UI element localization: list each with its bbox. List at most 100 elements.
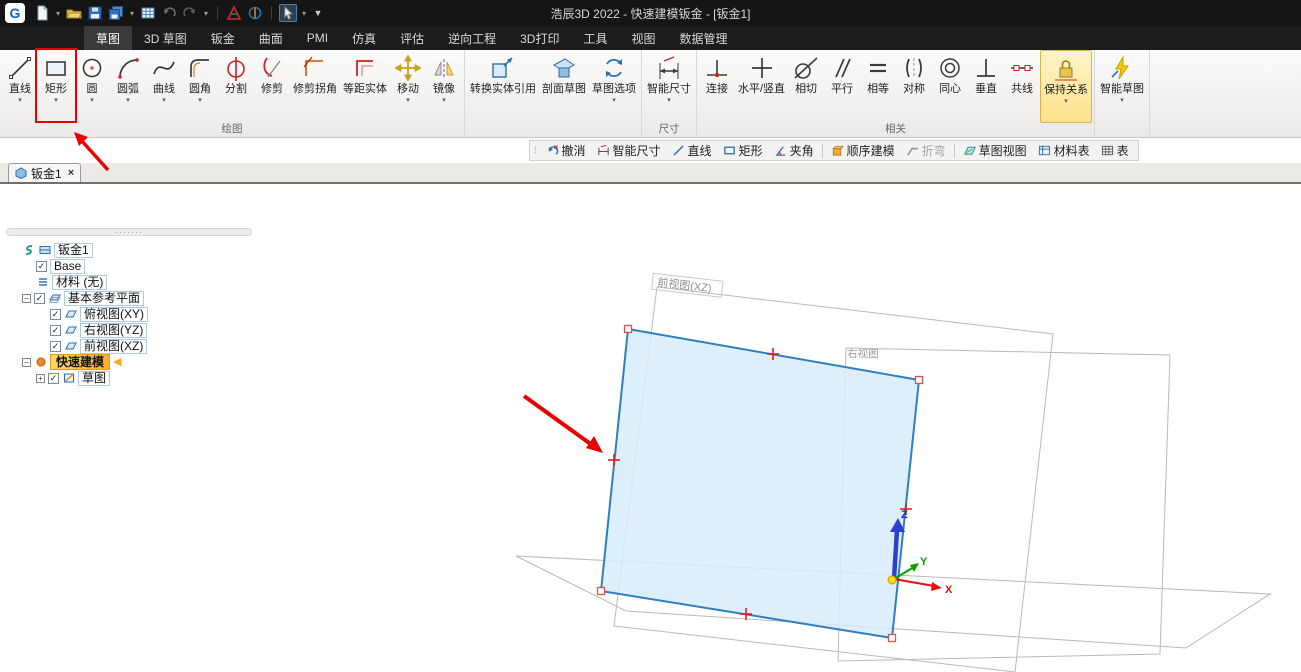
tool-connect[interactable]: 连接 <box>699 50 735 123</box>
new-file-icon[interactable] <box>33 4 51 22</box>
tool-symmetric[interactable]: 对称 <box>896 50 932 123</box>
tree-row-root[interactable]: 钣金1 <box>0 242 258 258</box>
tree-top-view-label[interactable]: 俯视图(XY) <box>80 306 149 322</box>
chevron-down-icon[interactable]: ▾ <box>162 96 166 105</box>
save-icon[interactable] <box>86 4 104 22</box>
tool-arc[interactable]: 圆弧 ▾ <box>110 50 146 123</box>
origin-point[interactable] <box>887 575 897 585</box>
checkbox[interactable]: ✓ <box>48 372 59 384</box>
checkbox[interactable]: ✓ <box>36 260 47 272</box>
chevron-down-icon[interactable]: ▾ <box>406 96 410 105</box>
chevron-down-icon[interactable]: ▾ <box>300 9 308 18</box>
select-tool-icon[interactable] <box>279 4 297 22</box>
tree-sketch-label[interactable]: 草图 <box>78 370 111 386</box>
checkbox[interactable]: ✓ <box>34 292 45 304</box>
quickbar-bend[interactable]: 折弯 <box>901 142 951 159</box>
chevron-down-icon[interactable]: ▾ <box>1120 96 1124 105</box>
quickbar-undo[interactable]: 撤消 <box>541 142 591 159</box>
chevron-down-icon[interactable]: ▾ <box>442 96 446 105</box>
tool-tangent[interactable]: 相切 <box>788 50 824 123</box>
tree-right-view-label[interactable]: 右视图(YZ) <box>80 322 148 338</box>
tool-circle[interactable]: 圆 ▾ <box>74 50 110 123</box>
chevron-down-icon[interactable]: ▾ <box>1064 97 1068 106</box>
tab-3d-print[interactable]: 3D打印 <box>508 26 571 50</box>
chevron-down-icon[interactable]: ▾ <box>667 96 671 105</box>
tree-material-label[interactable]: 材料 (无) <box>52 274 108 290</box>
quickbar-angle[interactable]: 夹角 <box>769 142 819 159</box>
rollback-arrow-icon[interactable]: ◀ <box>113 356 121 368</box>
tree-ref-planes-label[interactable]: 基本参考平面 <box>64 290 145 306</box>
app-logo[interactable]: G <box>5 3 25 23</box>
tool-convert-entity[interactable]: 转换实体引用 <box>467 50 539 123</box>
tree-row-ref-planes[interactable]: − ✓ 基本参考平面 <box>0 290 258 306</box>
tree-row-quick-model[interactable]: − 快速建模 ◀ <box>0 354 258 370</box>
tree-quick-model-label[interactable]: 快速建模 <box>50 354 111 370</box>
tab-reverse-engineering[interactable]: 逆向工程 <box>436 26 508 50</box>
tree-row-top-view[interactable]: ✓ 俯视图(XY) <box>0 306 258 322</box>
chevron-down-icon[interactable]: ▾ <box>126 96 130 105</box>
checkbox[interactable]: ✓ <box>50 340 61 352</box>
quickbar-smart-dimension[interactable]: 智能尺寸 <box>592 142 666 159</box>
tool-offset-entity[interactable]: 等距实体 <box>340 50 390 123</box>
quickbar-rectangle[interactable]: 矩形 <box>718 142 768 159</box>
tree-row-sketch[interactable]: + ✓ 草图 <box>0 370 258 386</box>
drag-grip-icon[interactable]: ⁞ <box>534 146 537 155</box>
save-all-icon[interactable] <box>107 4 125 22</box>
tree-row-front-view[interactable]: ✓ 前视图(XZ) <box>0 338 258 354</box>
redo-icon[interactable] <box>181 4 199 22</box>
tool-smart-dimension[interactable]: 智能尺寸 ▾ <box>644 50 694 123</box>
tool-perpendicular[interactable]: 垂直 <box>968 50 1004 123</box>
collapse-icon[interactable]: − <box>22 357 31 367</box>
tree-front-view-label[interactable]: 前视图(XZ) <box>80 338 148 354</box>
document-tab-sheetmetal1[interactable]: 钣金1 × <box>8 163 82 182</box>
tool-sketch-options[interactable]: 草图选项 ▾ <box>589 50 639 123</box>
tool-trim-corner[interactable]: 修剪拐角 <box>290 50 340 123</box>
chevron-down-icon[interactable]: ▾ <box>202 9 210 18</box>
toolbar-options-caret-icon[interactable]: ▼ <box>311 8 325 18</box>
tab-tools[interactable]: 工具 <box>571 26 619 50</box>
tool-horizontal-vertical[interactable]: 水平/竖直 <box>735 50 788 123</box>
tab-pmi[interactable]: PMI <box>295 26 340 50</box>
tool-rectangle[interactable]: 矩形 ▾ <box>35 48 110 172</box>
tab-sketch[interactable]: 草图 <box>84 26 133 50</box>
tool-trim[interactable]: 修剪 <box>254 50 290 123</box>
table-view-icon[interactable] <box>139 4 157 22</box>
undo-icon[interactable] <box>160 4 178 22</box>
tree-base-label[interactable]: Base <box>50 258 86 274</box>
tool-concentric[interactable]: 同心 <box>932 50 968 123</box>
expand-icon[interactable]: + <box>36 373 45 383</box>
tool-keep-relations[interactable]: 保持关系 ▾ <box>1040 50 1093 123</box>
tool-section-sketch[interactable]: 剖面草图 <box>539 50 589 123</box>
checkbox[interactable]: ✓ <box>50 308 61 320</box>
tab-simulation[interactable]: 仿真 <box>340 26 388 50</box>
tree-row-base[interactable]: ✓ Base <box>0 258 258 274</box>
checkbox[interactable]: ✓ <box>50 324 61 336</box>
chevron-down-icon[interactable]: ▾ <box>54 9 62 18</box>
tool-smart-sketch[interactable]: 智能草图 ▾ <box>1097 50 1147 123</box>
quickbar-sketch-view[interactable]: 草图视图 <box>958 142 1032 159</box>
tool-split[interactable]: 分割 <box>218 50 254 123</box>
tab-sheet-metal[interactable]: 钣金 <box>199 26 247 50</box>
tree-row-material[interactable]: 材料 (无) <box>0 274 258 290</box>
tab-surface[interactable]: 曲面 <box>247 26 295 50</box>
tab-3d-sketch[interactable]: 3D 草图 <box>132 26 199 50</box>
chevron-down-icon[interactable]: ▾ <box>198 96 202 105</box>
chevron-down-icon[interactable]: ▾ <box>90 96 94 105</box>
collapse-icon[interactable]: − <box>22 293 31 303</box>
tab-view[interactable]: 视图 <box>619 26 667 50</box>
chevron-down-icon[interactable]: ▾ <box>612 96 616 105</box>
tool-fillet[interactable]: 圆角 ▾ <box>182 50 218 123</box>
viewport-canvas[interactable]: 前视图(XZ) 右视图 Z X Y <box>258 184 1301 672</box>
tool-collinear[interactable]: 共线 <box>1004 50 1040 123</box>
quickbar-line[interactable]: 直线 <box>667 142 717 159</box>
chevron-down-icon[interactable]: ▾ <box>54 96 58 105</box>
dimension-style-icon[interactable] <box>246 4 264 22</box>
tab-data-management[interactable]: 数据管理 <box>668 26 740 50</box>
tab-evaluate[interactable]: 评估 <box>388 26 436 50</box>
viewport[interactable]: 前视图(XZ) 右视图 Z X Y <box>258 184 1301 672</box>
quickbar-table[interactable]: 表 <box>1096 142 1134 159</box>
tree-row-right-view[interactable]: ✓ 右视图(YZ) <box>0 322 258 338</box>
tool-line[interactable]: 直线 ▾ <box>2 50 38 123</box>
tool-mirror[interactable]: 镜像 ▾ <box>426 50 462 123</box>
tool-equal[interactable]: 相等 <box>860 50 896 123</box>
